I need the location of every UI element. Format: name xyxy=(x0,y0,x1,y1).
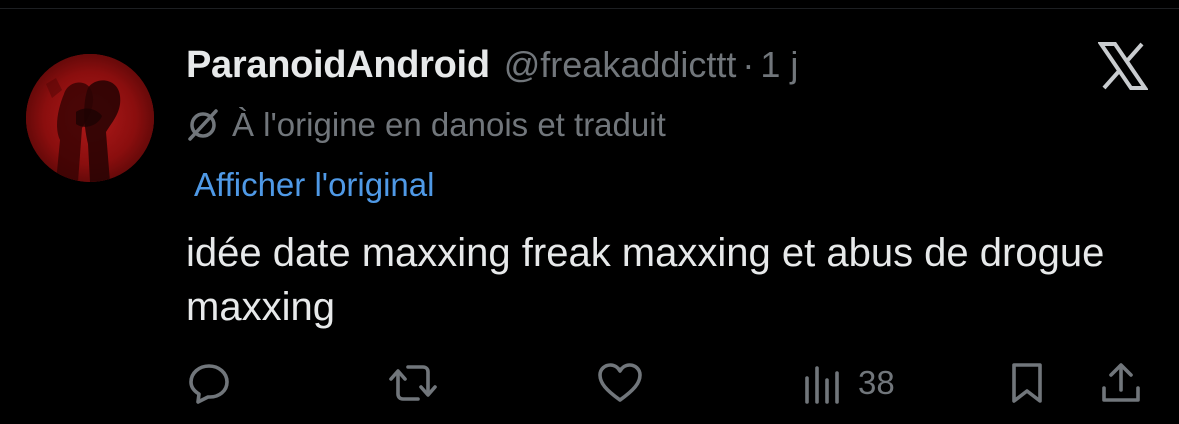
heart-icon xyxy=(598,363,642,402)
action-bar: 38 xyxy=(0,356,1179,416)
views-count: 38 xyxy=(858,364,895,401)
retweet-button[interactable] xyxy=(388,360,438,406)
reply-button[interactable] xyxy=(186,360,232,406)
tweet-text: idée date maxxing freak maxxing et abus … xyxy=(186,231,1105,329)
user-handle[interactable]: @freakaddicttt xyxy=(504,44,737,86)
avatar[interactable] xyxy=(26,54,154,182)
views-button[interactable]: 38 xyxy=(800,360,895,406)
translation-note: À l'origine en danois et traduit xyxy=(186,106,666,144)
share-button[interactable] xyxy=(1098,360,1144,406)
display-name[interactable]: ParanoidAndroid xyxy=(186,44,490,87)
translation-note-text: À l'origine en danois et traduit xyxy=(232,106,666,143)
top-divider xyxy=(0,8,1179,9)
bar-chart-icon xyxy=(805,366,839,404)
x-logo-icon xyxy=(1098,42,1148,90)
like-button[interactable] xyxy=(596,360,644,406)
avatar-image xyxy=(26,54,154,182)
timestamp[interactable]: 1 j xyxy=(760,44,798,86)
share-upload-icon xyxy=(1102,363,1140,402)
bookmark-icon xyxy=(1012,363,1042,403)
bookmark-button[interactable] xyxy=(1006,360,1048,406)
retweet-arrows-icon xyxy=(389,365,437,401)
show-original-link[interactable]: Afficher l'original xyxy=(194,166,434,204)
tweet-header: ParanoidAndroid @freakaddicttt · 1 j xyxy=(186,44,798,88)
separator-dot: · xyxy=(742,44,755,85)
speech-bubble-icon xyxy=(189,364,229,404)
translate-icon xyxy=(186,108,220,142)
